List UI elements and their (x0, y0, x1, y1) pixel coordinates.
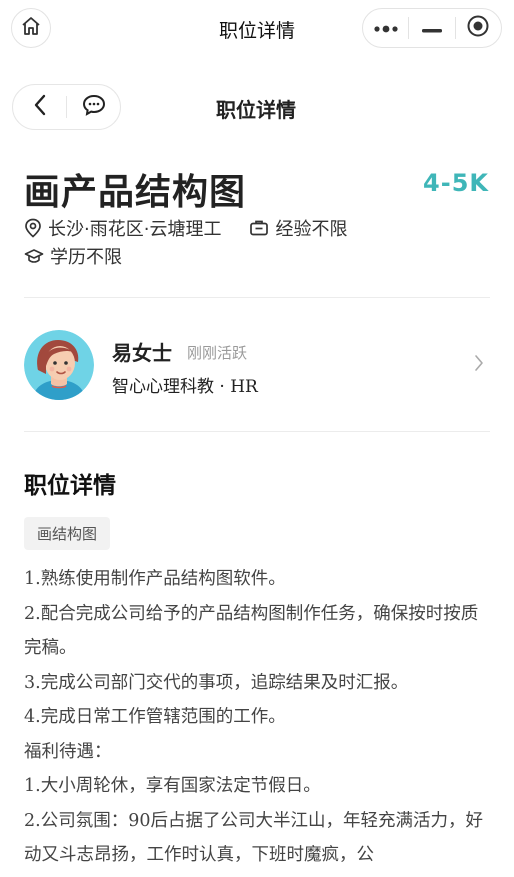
briefcase-icon (249, 219, 269, 237)
record-circle-icon (466, 14, 490, 42)
divider (24, 297, 490, 298)
job-education-row: 学历不限 (24, 243, 122, 269)
job-education: 学历不限 (50, 247, 122, 268)
recruiter-status: 刚刚活跃 (187, 344, 248, 362)
minimize-button[interactable] (409, 9, 454, 47)
section-title: 职位详情 (24, 473, 116, 499)
description-line: 1.熟练使用制作产品结构图软件。 (24, 569, 286, 589)
skill-tag: 画结构图 (24, 517, 111, 550)
description-line: 2.公司氛围：90后占据了公司大半江山，年轻充满活力，好动又斗志昂扬，工作时认真… (24, 810, 483, 866)
close-button[interactable] (456, 9, 501, 47)
salary-range: 4-5K (423, 169, 489, 197)
description-line: 福利待遇： (24, 741, 112, 762)
avatar (24, 330, 94, 400)
location-pin-icon (24, 218, 42, 238)
minimize-icon (421, 19, 442, 38)
divider (24, 431, 490, 432)
recruiter-company: 智心心理科教 · HR (112, 377, 258, 397)
more-dots-icon (373, 19, 399, 38)
page-nav-bar: 职位详情 (0, 82, 514, 130)
description-line: 4.完成日常工作管辖范围的工作。 (24, 707, 286, 727)
menu-capsule (362, 8, 502, 48)
job-meta-row: 长沙·雨花区·云塘理工 经验不限 (24, 215, 347, 241)
more-button[interactable] (363, 9, 408, 47)
description-line: 2.配合完成公司给予的产品结构图制作任务，确保按时按质完稿。 (24, 603, 479, 659)
system-bar: 职位详情 (0, 0, 514, 56)
chevron-right-icon (474, 354, 484, 376)
job-location: 长沙·雨花区·云塘理工 (48, 219, 222, 240)
description-line: 1.大小周轮休，享有国家法定节假日。 (24, 776, 321, 796)
description-line: 3.完成公司部门交代的事项，追踪结果及时汇报。 (24, 672, 409, 693)
page-title: 职位详情 (216, 98, 296, 122)
job-experience: 经验不限 (275, 219, 348, 240)
job-description: 1.熟练使用制作产品结构图软件。 2.配合完成公司给予的产品结构图制作任务，确保… (24, 562, 494, 873)
graduation-cap-icon (24, 247, 44, 265)
job-title: 画产品结构图 (24, 172, 247, 213)
recruiter-name: 易女士 (112, 341, 172, 365)
recruiter-card[interactable]: 易女士 刚刚活跃 智心心理科教 · HR (24, 328, 490, 400)
